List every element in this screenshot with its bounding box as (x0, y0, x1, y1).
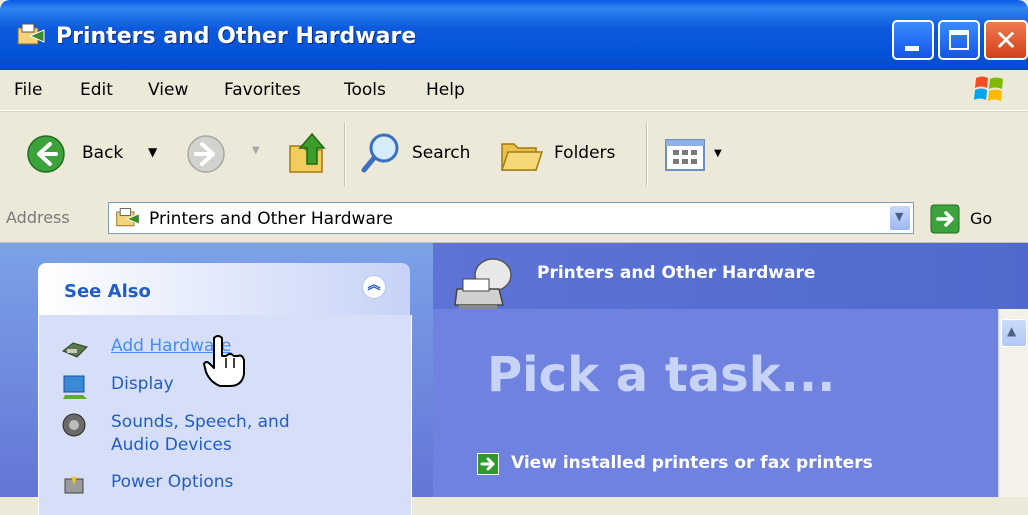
windows-logo-icon (974, 76, 1003, 101)
title-bar[interactable]: Printers and Other Hardware ✕ (0, 0, 1028, 70)
pick-task-heading: Pick a task... (487, 347, 836, 403)
address-dropdown-button[interactable]: ▼ (889, 205, 911, 231)
menu-file[interactable]: File (14, 80, 42, 100)
forward-button[interactable]: ▼ (186, 134, 266, 174)
sounds-link-line2[interactable]: Audio Devices (111, 434, 232, 456)
search-button[interactable]: Search (360, 132, 488, 176)
menu-view[interactable]: View (148, 80, 188, 100)
search-icon (361, 133, 399, 173)
views-icon (665, 139, 705, 171)
address-field[interactable]: Printers and Other Hardware ▼ (108, 202, 914, 234)
printers-folder-icon (17, 23, 45, 45)
chevron-up-icon: ︽ (367, 278, 381, 293)
content-title: Printers and Other Hardware (537, 263, 816, 283)
hand-cursor-icon (203, 335, 245, 387)
address-value: Printers and Other Hardware (149, 209, 393, 229)
chevron-up-icon: ▲ (1007, 324, 1017, 338)
folders-button[interactable]: Folders (500, 132, 632, 176)
task-arrow-icon (477, 453, 499, 475)
collapse-button[interactable]: ︽ (362, 275, 386, 299)
folders-label: Folders (554, 143, 616, 163)
content-pane: Printers and Other Hardware Pick a task.… (433, 243, 1028, 497)
minimize-button[interactable] (892, 20, 934, 60)
back-button[interactable]: Back ▼ (26, 132, 166, 176)
toolbar-separator (646, 122, 648, 186)
add-hardware-icon (62, 342, 88, 358)
back-dropdown-icon[interactable]: ▼ (148, 145, 157, 159)
speaker-icon (62, 413, 86, 437)
minimize-icon (905, 46, 919, 51)
task-link-label[interactable]: View installed printers or fax printers (511, 453, 873, 473)
see-also-title: See Also (64, 281, 151, 302)
scroll-up-button[interactable]: ▲ (1001, 319, 1027, 347)
menu-tools[interactable]: Tools (344, 80, 386, 100)
display-icon (63, 375, 87, 399)
menu-edit[interactable]: Edit (80, 80, 113, 100)
close-button[interactable]: ✕ (984, 20, 1028, 60)
address-bar: Address Printers and Other Hardware ▼ Go (0, 196, 1028, 243)
views-dropdown-icon[interactable]: ▼ (714, 148, 722, 159)
display-link[interactable]: Display (111, 373, 174, 395)
vertical-scrollbar[interactable]: ▲ (998, 309, 1028, 497)
views-button[interactable]: ▼ (664, 136, 728, 174)
back-arrow-icon (27, 135, 65, 173)
forward-dropdown-icon[interactable]: ▼ (252, 145, 260, 156)
folders-icon (500, 143, 544, 171)
back-label: Back (82, 143, 124, 163)
sounds-link[interactable]: Sounds, Speech, and (111, 411, 290, 433)
go-label: Go (970, 209, 993, 228)
content-header: Printers and Other Hardware (433, 243, 1028, 310)
see-also-header[interactable]: See Also ︽ (38, 263, 410, 315)
menu-favorites[interactable]: Favorites (224, 80, 301, 100)
maximize-icon (949, 30, 969, 50)
close-icon: ✕ (994, 24, 1018, 57)
power-options-link[interactable]: Power Options (111, 471, 233, 493)
search-label: Search (412, 143, 471, 163)
printers-folder-icon (116, 208, 140, 227)
window-title: Printers and Other Hardware (56, 24, 417, 49)
toolbar-separator (344, 122, 346, 186)
content-body: Pick a task... View installed printers o… (433, 309, 998, 497)
menu-bar: File Edit View Favorites Tools Help (0, 70, 1028, 111)
menu-help[interactable]: Help (426, 80, 465, 100)
address-label: Address (6, 208, 70, 227)
power-options-icon (64, 477, 84, 494)
chevron-down-icon: ▼ (895, 210, 904, 223)
forward-arrow-icon (187, 135, 225, 173)
up-folder-icon[interactable] (288, 130, 330, 176)
maximize-button[interactable] (938, 20, 980, 60)
toolbar: Back ▼ ▼ Search Folders ▼ (0, 111, 1028, 197)
go-arrow-icon (930, 204, 960, 234)
printer-icon (454, 258, 512, 310)
